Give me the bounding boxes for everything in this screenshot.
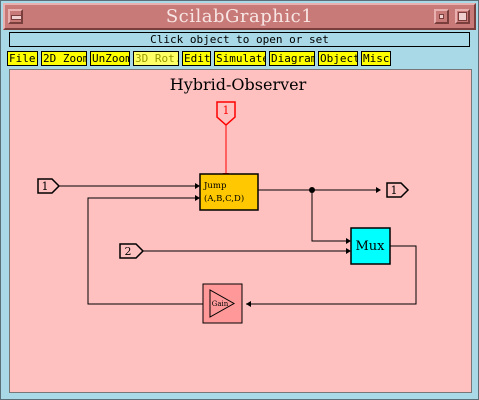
input-port-2-label: 2: [125, 245, 132, 258]
link-mux-gain-arrow: [246, 301, 251, 307]
menu-file[interactable]: File: [7, 51, 38, 66]
menu-edit[interactable]: Edit: [182, 51, 211, 66]
menu-unzoom[interactable]: UnZoom: [90, 51, 130, 66]
diagram-svg: Hybrid-Observer 1 1 Jump (A,B,C,D) 1 2 M…: [37, 75, 417, 324]
menu-2d-zoom[interactable]: 2D Zoom: [41, 51, 87, 66]
status-message: Click object to open or set: [9, 32, 470, 47]
scilab-graphic-window: ScilabGraphic1 Click object to open or s…: [0, 0, 479, 400]
menu-simulate[interactable]: Simulate: [214, 51, 266, 66]
menu-3d-rot[interactable]: 3D Rot.: [133, 51, 179, 66]
menu-diagram[interactable]: Diagram: [269, 51, 315, 66]
mux-block-label: Mux: [355, 239, 385, 254]
diagram-canvas[interactable]: Hybrid-Observer 1 1 Jump (A,B,C,D) 1 2 M…: [9, 69, 472, 393]
window-title: ScilabGraphic1: [165, 6, 314, 27]
input-port-1-label: 1: [42, 180, 49, 193]
output-port-1-label: 1: [391, 184, 398, 197]
minimize-button[interactable]: [434, 9, 449, 24]
menu-bar: File 2D Zoom UnZoom 3D Rot. Edit Simulat…: [7, 50, 474, 68]
input-port-2[interactable]: [119, 243, 145, 259]
menu-object[interactable]: Object: [318, 51, 358, 66]
title-bar[interactable]: ScilabGraphic1: [3, 3, 476, 30]
event-input-port-label: 1: [223, 104, 230, 117]
menu-misc[interactable]: Misc: [361, 51, 391, 66]
link-out-arrow: [376, 187, 381, 193]
maximize-button[interactable]: [455, 9, 470, 24]
jump-block-label-1: Jump: [203, 181, 227, 191]
link-split-to-mux[interactable]: [311, 190, 347, 242]
gain-block-label: Gain: [212, 300, 229, 308]
jump-block[interactable]: [199, 173, 259, 211]
diagram-title: Hybrid-Observer: [170, 75, 307, 94]
jump-block-label-2: (A,B,C,D): [204, 193, 244, 204]
